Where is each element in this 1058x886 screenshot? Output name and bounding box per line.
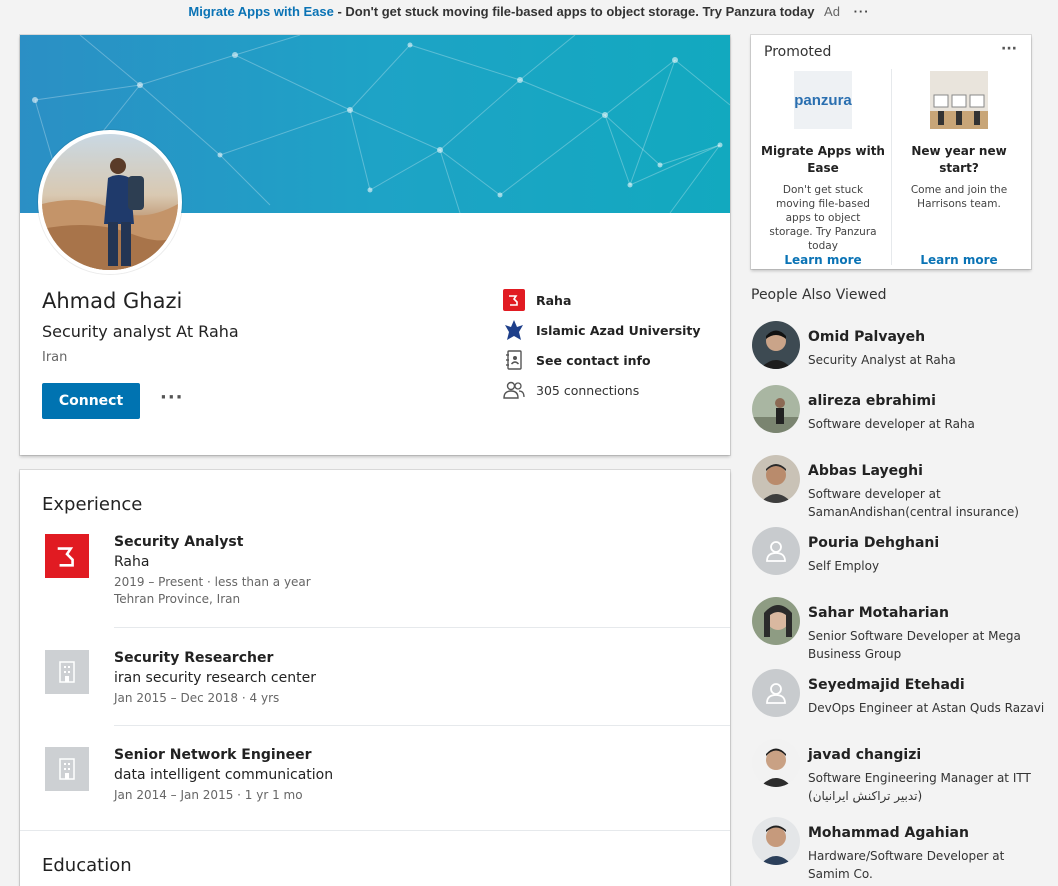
avatar (752, 597, 800, 645)
person-name: Omid Palvayeh (808, 329, 926, 345)
contact-info-link[interactable]: See contact info (503, 350, 701, 370)
company-name: data intelligent communication (114, 767, 334, 783)
person-headline: Software developer at Raha (808, 417, 975, 431)
contact-info-label: See contact info (536, 352, 651, 368)
promo-description: Come and join the Harrisons team. (910, 184, 1008, 210)
promoted-card: Promoted ··· panzura Migrate Apps with E… (751, 35, 1031, 269)
person-headline: Software Engineering Manager at ITT (تدب… (808, 771, 1031, 803)
current-company-link[interactable]: Raha (503, 289, 701, 311)
raha-logo-icon (503, 289, 525, 311)
ad-more-button[interactable]: ··· (854, 4, 870, 19)
person-name: Abbas Layeghi (808, 463, 923, 479)
promo-title: Migrate Apps with Ease (761, 144, 885, 175)
promoted-more-button[interactable]: ··· (1001, 41, 1017, 57)
section-divider (20, 830, 730, 831)
person-name: Seyedmajid Etehadi (808, 677, 965, 693)
avatar (752, 455, 800, 503)
ad-tag: Ad (824, 4, 840, 19)
more-actions-button[interactable]: ··· (160, 387, 184, 408)
experience-heading: Experience (42, 494, 143, 515)
job-title: Senior Network Engineer (114, 747, 312, 763)
person-headline: Self Employ (808, 559, 880, 573)
learn-more-link[interactable]: Learn more (753, 253, 893, 267)
people-icon (503, 379, 525, 401)
top-ad-banner[interactable]: Migrate Apps with Ease - Don't get stuck… (0, 4, 1058, 19)
person-placeholder-icon (752, 527, 800, 575)
profile-side-info: Raha Islamic Azad University See contact… (503, 289, 701, 410)
profile-photo[interactable] (38, 130, 182, 274)
person-name: Pouria Dehghani (808, 535, 940, 551)
people-also-viewed-heading: People Also Viewed (751, 287, 887, 303)
experience-card: Experience Security Analyst Raha 2019 – … (20, 470, 730, 886)
connect-button[interactable]: Connect (42, 383, 140, 419)
connections-link[interactable]: 305 connections (503, 380, 701, 400)
person-name: Sahar Motaharian (808, 605, 949, 621)
person-placeholder-icon (752, 669, 800, 717)
divider (114, 627, 730, 628)
divider (114, 725, 730, 726)
person-name: Mohammad Agahian (808, 825, 969, 841)
company-placeholder-icon (45, 747, 89, 791)
school-link[interactable]: Islamic Azad University (503, 320, 701, 340)
company-name: iran security research center (114, 670, 316, 686)
job-dates: 2019 – Present · less than a year (114, 575, 311, 589)
current-company: Raha (536, 292, 572, 308)
profile-headline: Security analyst At Raha (42, 322, 239, 341)
person-headline: Security Analyst at Raha (808, 353, 956, 367)
panzura-logo: panzura (794, 71, 852, 129)
school-name: Islamic Azad University (536, 322, 701, 338)
learn-more-link[interactable]: Learn more (889, 253, 1029, 267)
person-headline: Software developer at SamanAndishan(cent… (808, 487, 1019, 519)
job-title: Security Analyst (114, 534, 244, 550)
promo-ad[interactable]: panzura Migrate Apps with Ease Don't get… (753, 71, 893, 267)
contact-book-icon (503, 349, 525, 371)
job-dates: Jan 2014 – Jan 2015 · 1 yr 1 mo (114, 788, 303, 802)
university-logo-icon (503, 319, 525, 341)
raha-logo-icon (45, 534, 89, 578)
company-placeholder-icon (45, 650, 89, 694)
profile-name: Ahmad Ghazi (42, 289, 183, 313)
promoted-heading: Promoted (764, 44, 832, 60)
connections-count: 305 connections (536, 382, 640, 398)
avatar (752, 321, 800, 369)
promo-description: Don't get stuck moving file-based apps t… (769, 184, 877, 252)
promo-title: New year new start? (911, 144, 1007, 175)
person-headline: DevOps Engineer at Astan Quds Razavi (808, 701, 1045, 715)
profile-location: Iran (42, 350, 68, 365)
harrisons-ad-image (930, 71, 988, 129)
ad-link[interactable]: Migrate Apps with Ease (188, 4, 333, 19)
avatar (752, 739, 800, 787)
person-headline: Hardware/Software Developer at Samim Co. (808, 849, 1005, 881)
person-name: alireza ebrahimi (808, 393, 936, 409)
job-location: Tehran Province, Iran (114, 592, 241, 606)
person-name: javad changizi (808, 747, 922, 763)
company-name: Raha (114, 554, 150, 570)
profile-card: Ahmad Ghazi Security analyst At Raha Ira… (20, 35, 730, 455)
avatar (752, 385, 800, 433)
job-title: Security Researcher (114, 650, 274, 666)
education-heading: Education (42, 855, 132, 876)
person-headline: Senior Software Developer at Mega Busine… (808, 629, 1021, 661)
job-dates: Jan 2015 – Dec 2018 · 4 yrs (114, 691, 280, 705)
promo-ad[interactable]: New year new start? Come and join the Ha… (889, 71, 1029, 267)
avatar (752, 817, 800, 865)
ad-text: - Don't get stuck moving file-based apps… (333, 4, 815, 19)
